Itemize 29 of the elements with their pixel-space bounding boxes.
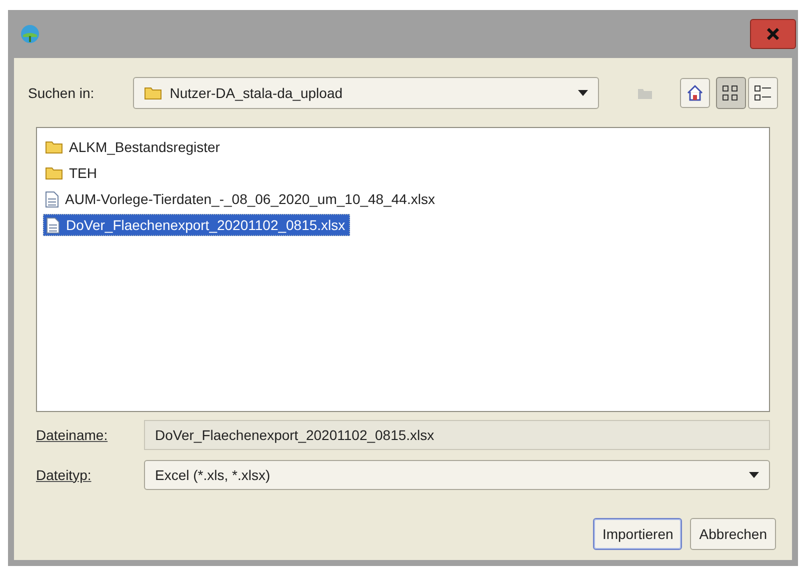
look-in-label: Suchen in:: [28, 84, 96, 102]
file-type-label: Dateityp:: [36, 466, 92, 485]
import-button[interactable]: Importieren: [593, 518, 682, 550]
caret-icon: [749, 472, 759, 478]
file-list-item[interactable]: AUM-Vorlege-Tierdaten_-_08_06_2020_um_10_48_44.xlsx: [43, 188, 439, 210]
file-name-label: Dateiname:: [36, 426, 109, 444]
caret-icon: [578, 90, 588, 96]
app-logo-icon: [20, 24, 40, 44]
list-view-button[interactable]: [716, 77, 746, 109]
folder-icon: [144, 86, 162, 100]
document-icon: [46, 216, 60, 234]
details-view-button[interactable]: [748, 77, 778, 109]
folder-icon: [45, 166, 63, 180]
file-list-item[interactable]: TEH: [43, 162, 101, 184]
list-view-icon: [722, 84, 740, 102]
file-list-item[interactable]: ALKM_Bestandsregister: [43, 136, 224, 158]
close-icon: [767, 28, 779, 40]
folder-icon: [45, 140, 63, 154]
home-button[interactable]: [680, 78, 710, 108]
details-view-icon: [754, 84, 772, 102]
file-list-item[interactable]: DoVer_Flaechenexport_20201102_0815.xlsx: [43, 214, 350, 236]
look-in-dropdown[interactable]: Nutzer-DA_stala-da_upload: [132, 77, 599, 109]
home-icon: [686, 84, 704, 102]
cancel-button[interactable]: Abbrechen: [690, 518, 776, 550]
file-name-field[interactable]: DoVer_Flaechenexport_20201102_0815.xlsx: [144, 420, 770, 450]
close-button[interactable]: [750, 19, 796, 49]
folder-up-icon: [636, 86, 653, 100]
file-type-dropdown[interactable]: Excel (*.xls, *.xlsx): [144, 460, 770, 490]
document-icon: [45, 190, 59, 208]
